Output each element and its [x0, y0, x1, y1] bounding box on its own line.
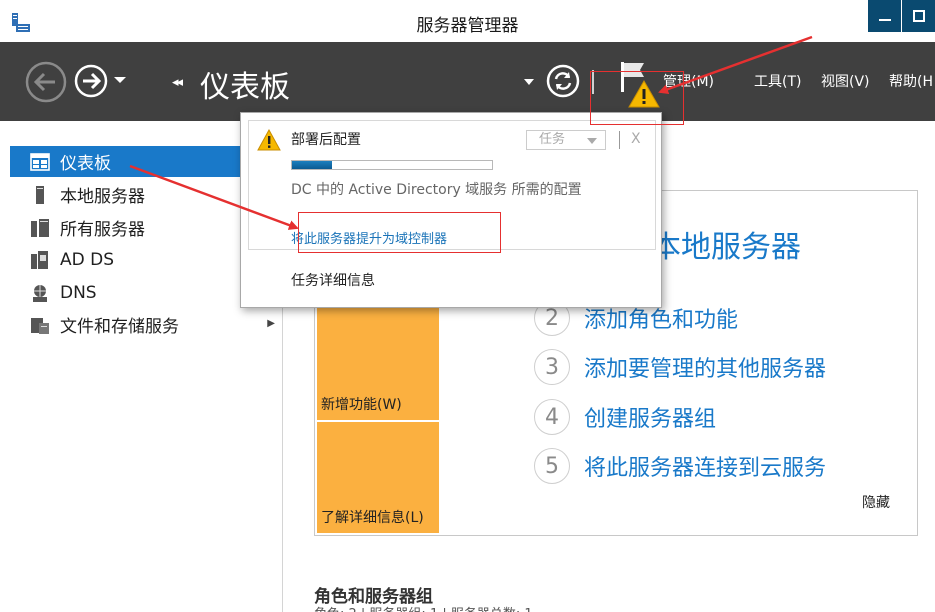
notification-description: DC 中的 Active Directory 域服务 所需的配置	[291, 182, 582, 198]
step-text: 将此服务器连接到云服务	[584, 456, 827, 481]
sidebar-item-label: 文件和存储服务	[60, 317, 179, 337]
whats-new-tile[interactable]: 新增功能(W)	[317, 296, 439, 420]
server-icon	[36, 185, 44, 204]
step-text: 添加要管理的其他服务器	[584, 357, 827, 382]
close-button[interactable]: X	[631, 131, 641, 147]
menu-tools[interactable]: 工具(T)	[754, 71, 801, 91]
step-connect-cloud[interactable]: 5 将此服务器连接到云服务	[534, 448, 826, 484]
back-button[interactable]	[25, 61, 67, 103]
storage-icon	[31, 317, 49, 334]
dns-icon	[33, 284, 47, 302]
tile-label: 了解详细信息(L)	[321, 510, 424, 526]
tile-label: 新增功能(W)	[321, 397, 402, 413]
step-number: 5	[534, 448, 570, 484]
progress-fill	[292, 161, 332, 169]
notification-title: 部署后配置	[291, 132, 361, 148]
step-number: 3	[534, 349, 570, 385]
annotation-box-link	[298, 212, 501, 253]
minimize-button[interactable]	[867, 0, 901, 32]
section-subtitle: 角色: 2 | 服务器组: 1 | 服务器总数: 1	[314, 603, 533, 612]
breadcrumb-arrows: ◂◂	[172, 75, 183, 90]
notification-popup: 部署后配置 任务 X DC 中的 Active Directory 域服务 所需…	[240, 112, 662, 308]
dashboard-icon	[30, 152, 50, 171]
task-dropdown[interactable]: 任务	[526, 130, 606, 150]
expand-chevron-icon[interactable]: ▶	[267, 318, 275, 329]
configure-local-server-link[interactable]: 本地服务器	[651, 222, 801, 266]
menu-view[interactable]: 视图(V)	[821, 71, 870, 91]
chevron-down-icon	[587, 138, 597, 144]
forward-button[interactable]	[74, 64, 108, 98]
sidebar-item-label: 本地服务器	[60, 187, 145, 207]
window-controls	[867, 0, 935, 32]
title-bar: 服务器管理器	[0, 0, 935, 42]
menu-help[interactable]: 帮助(H	[889, 71, 933, 91]
popup-separator	[619, 131, 620, 149]
refresh-icon[interactable]	[546, 64, 580, 98]
progress-bar	[291, 160, 493, 170]
task-dropdown-label: 任务	[539, 132, 566, 147]
sidebar-item-label: AD DS	[60, 249, 115, 270]
page-title: 仪表板	[200, 70, 290, 105]
maximize-icon	[912, 10, 925, 22]
minimize-icon	[878, 19, 891, 21]
sidebar-item-label: DNS	[60, 282, 97, 303]
step-number: 4	[534, 399, 570, 435]
task-details-link[interactable]: 任务详细信息	[291, 270, 375, 290]
header-bar: ◂◂ 仪表板 管理(M) 工具(T) 视图(V) 帮助(H	[0, 42, 935, 121]
step-add-servers[interactable]: 3 添加要管理的其他服务器	[534, 349, 826, 385]
warning-icon	[257, 129, 281, 151]
maximize-button[interactable]	[901, 0, 935, 32]
breadcrumb-dropdown-icon[interactable]	[523, 78, 535, 86]
sidebar-item-label: 仪表板	[60, 154, 111, 174]
history-dropdown-icon[interactable]	[113, 75, 127, 85]
sidebar-item-label: 所有服务器	[60, 220, 145, 240]
window-title: 服务器管理器	[416, 16, 519, 36]
hide-link[interactable]: 隐藏	[862, 492, 890, 512]
ad-ds-icon	[31, 250, 48, 269]
servers-icon	[31, 218, 49, 237]
step-text: 创建服务器组	[584, 407, 717, 432]
sidebar-item-file-storage[interactable]: 文件和存储服务 ▶	[10, 309, 283, 340]
learn-more-tile[interactable]: 了解详细信息(L)	[317, 422, 439, 533]
step-create-group[interactable]: 4 创建服务器组	[534, 399, 716, 435]
annotation-box-flag	[590, 71, 684, 125]
